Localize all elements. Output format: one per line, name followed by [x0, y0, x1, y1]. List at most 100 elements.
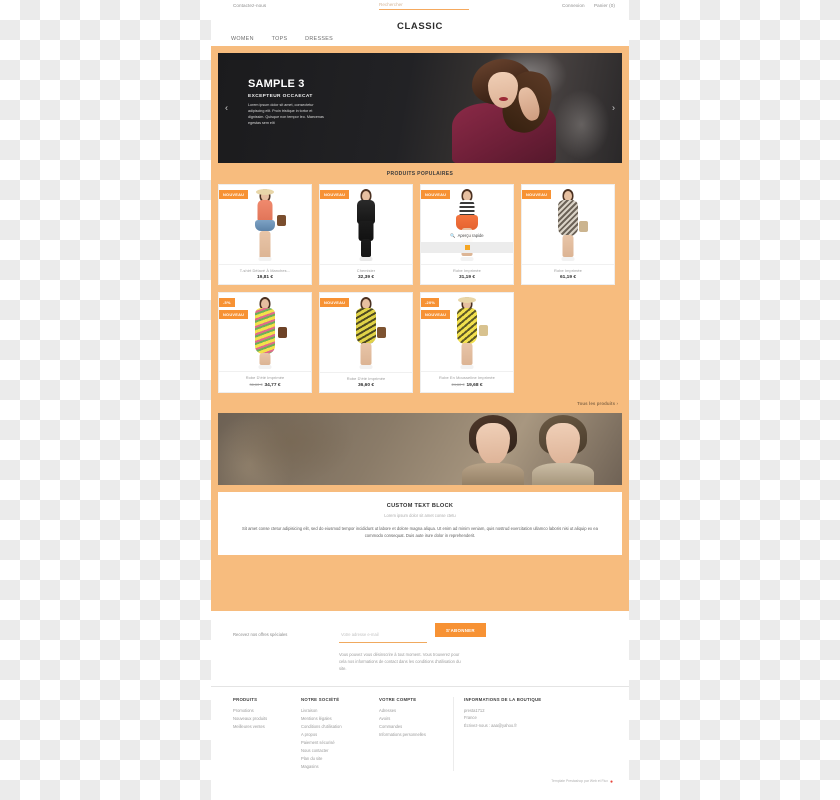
- footer-heading: NOTRE SOCIÉTÉ: [301, 696, 340, 702]
- nav-item-tops[interactable]: TOPS: [272, 36, 288, 42]
- footer-link[interactable]: Nouveaux produits: [233, 715, 291, 723]
- banner-model-left: [456, 415, 530, 485]
- product-name[interactable]: Chemisier: [322, 268, 410, 273]
- top-bar: Contactez-nous Connexion Panier (0): [211, 0, 629, 18]
- product-card[interactable]: NOUVEAU Robe Imprimée 61,19 €: [521, 184, 615, 285]
- product-old-price: 36,60 €: [249, 382, 263, 387]
- search-input[interactable]: [379, 2, 469, 7]
- product-image[interactable]: NOUVEAU: [320, 293, 412, 372]
- product-card[interactable]: -5% NOUVEAU Robe D'été Imprimée 36,60 €: [218, 292, 312, 393]
- contact-us-link[interactable]: Contactez-nous: [233, 3, 266, 8]
- new-badge: NOUVEAU: [320, 298, 350, 307]
- product-image[interactable]: NOUVEAU: [219, 185, 311, 264]
- footer-link[interactable]: Conditions d'utilisation: [301, 723, 369, 731]
- nav-item-women[interactable]: WOMEN: [231, 36, 254, 42]
- product-card[interactable]: NOUVEAU Chemisier 32,39 €: [319, 184, 413, 285]
- new-badge: NOUVEAU: [522, 190, 552, 199]
- product-name[interactable]: Robe D'été Imprimée: [221, 375, 309, 380]
- hero-model-photo: [446, 59, 564, 163]
- search-icon: 🔍: [450, 233, 456, 238]
- product-name[interactable]: Robe En Mousseline Imprimée: [423, 375, 511, 380]
- product-card[interactable]: NOUVEAU 🔍 Aperçu rapide Robe Imprimée 31…: [420, 184, 514, 285]
- footer-link[interactable]: Plan du site: [301, 755, 369, 763]
- search-box[interactable]: [379, 2, 469, 10]
- chevron-right-icon: ›: [616, 401, 618, 406]
- newsletter-label: Recevez nos offres spéciales: [233, 632, 288, 637]
- product-image[interactable]: -5% NOUVEAU: [219, 293, 311, 371]
- product-info: Robe Imprimée 61,19 €: [522, 264, 614, 284]
- new-badge: NOUVEAU: [320, 190, 350, 199]
- login-link[interactable]: Connexion: [562, 3, 585, 8]
- product-flags: -5% NOUVEAU: [219, 298, 249, 322]
- template-credit: Template Prestashop par Web et Flux ●: [211, 770, 629, 791]
- hero-slider[interactable]: SAMPLE 3 EXCEPTEUR OCCAECAT Lorem ipsum …: [218, 53, 622, 163]
- footer-link[interactable]: Paiement sécurisé: [301, 739, 369, 747]
- discount-badge: -5%: [219, 298, 235, 307]
- footer-heading: INFORMATIONS DE LA BOUTIQUE: [464, 696, 542, 702]
- store-country: France: [464, 715, 477, 721]
- product-card[interactable]: -20% NOUVEAU Robe En Mousseline Imprimée: [420, 292, 514, 393]
- product-info: Robe D'été Imprimée 36,60 €34,77 €: [219, 371, 311, 392]
- popular-products-title: PRODUITS POPULAIRES: [386, 171, 454, 177]
- subscribe-button[interactable]: S'ABONNER: [435, 623, 486, 637]
- main-navigation: WOMEN TOPS DRESSES: [211, 36, 629, 46]
- product-new-price: 19,68 €: [466, 383, 483, 388]
- product-info: Robe Imprimée 31,19 €: [421, 264, 513, 284]
- product-name[interactable]: Robe D'été Imprimée: [322, 376, 410, 381]
- footer-link[interactable]: Promotions: [233, 707, 291, 715]
- product-image[interactable]: NOUVEAU 🔍 Aperçu rapide: [421, 185, 513, 264]
- footer-link[interactable]: Nous contacter: [301, 747, 369, 755]
- product-old-price: 24,60 €: [451, 382, 465, 387]
- nav-item-dresses[interactable]: DRESSES: [305, 36, 333, 42]
- site-logo[interactable]: CLASSIC: [211, 18, 629, 36]
- footer-link[interactable]: Adresses: [379, 707, 443, 715]
- store-email[interactable]: Écrivez-nous : aaa@yahoo.fr: [464, 722, 593, 729]
- product-price: 32,39 €: [357, 275, 374, 280]
- model-illustration: [344, 189, 388, 261]
- newsletter-note: Vous pouvez vous désinscrire à tout mome…: [339, 651, 461, 671]
- product-info: Chemisier 32,39 €: [320, 264, 412, 284]
- product-new-price: 34,77 €: [264, 383, 281, 388]
- promo-banner-image[interactable]: [218, 413, 622, 485]
- chevron-left-icon[interactable]: ‹: [225, 103, 228, 113]
- footer-link[interactable]: Commandes: [379, 723, 443, 731]
- color-swatch-orange[interactable]: [464, 245, 470, 250]
- new-badge: NOUVEAU: [421, 190, 451, 199]
- product-image[interactable]: NOUVEAU: [522, 185, 614, 264]
- product-info: Robe En Mousseline Imprimée 24,60 €19,68…: [421, 371, 513, 392]
- product-info: T-shirt Délavé À Manches... 19,81 €: [219, 264, 311, 284]
- hero-subtitle: EXCEPTEUR OCCAECAT: [248, 93, 313, 99]
- product-name[interactable]: Robe Imprimée: [524, 268, 612, 273]
- brand-dot-icon: ●: [609, 778, 613, 785]
- model-illustration: [445, 297, 489, 369]
- footer-link[interactable]: Mentions légales: [301, 715, 369, 723]
- cart-link[interactable]: Panier (0): [594, 3, 615, 8]
- newsletter-email-input[interactable]: [339, 627, 427, 642]
- chevron-right-icon[interactable]: ›: [612, 103, 615, 113]
- product-flags: NOUVEAU: [219, 190, 249, 202]
- product-price: 36,60 €34,77 €: [221, 382, 309, 388]
- product-flags: -20% NOUVEAU: [421, 298, 451, 322]
- product-card[interactable]: NOUVEAU Robe D'été Imprimée 36,60 €: [319, 292, 413, 393]
- product-flags: NOUVEAU: [421, 190, 451, 202]
- product-flags: NOUVEAU: [522, 190, 552, 202]
- product-flags: NOUVEAU: [320, 190, 350, 202]
- footer-link[interactable]: Avoirs: [379, 715, 443, 723]
- product-price: 24,60 €19,68 €: [423, 382, 511, 388]
- quick-view-button[interactable]: 🔍 Aperçu rapide: [421, 230, 513, 242]
- product-image[interactable]: -20% NOUVEAU: [421, 293, 513, 371]
- banner-model-right: [526, 415, 600, 485]
- footer-link[interactable]: Livraison: [301, 707, 369, 715]
- product-image[interactable]: NOUVEAU: [320, 185, 412, 264]
- footer-link[interactable]: Magasins: [301, 763, 369, 771]
- footer-link[interactable]: Informations personnelles: [379, 731, 443, 739]
- footer-link[interactable]: A propos: [301, 731, 369, 739]
- newsletter-email-wrap[interactable]: [339, 623, 427, 643]
- product-name[interactable]: Robe Imprimée: [423, 268, 511, 273]
- product-name[interactable]: T-shirt Délavé À Manches...: [221, 268, 309, 273]
- footer-link[interactable]: Meilleures ventes: [233, 723, 291, 731]
- product-card[interactable]: NOUVEAU T-shirt Délavé À Manches... 19,8…: [218, 184, 312, 285]
- all-products-link[interactable]: Tous les produits ›: [218, 393, 622, 413]
- top-bar-right: Connexion Panier (0): [554, 3, 615, 8]
- browser-page: Contactez-nous Connexion Panier (0) CLAS…: [211, 0, 629, 800]
